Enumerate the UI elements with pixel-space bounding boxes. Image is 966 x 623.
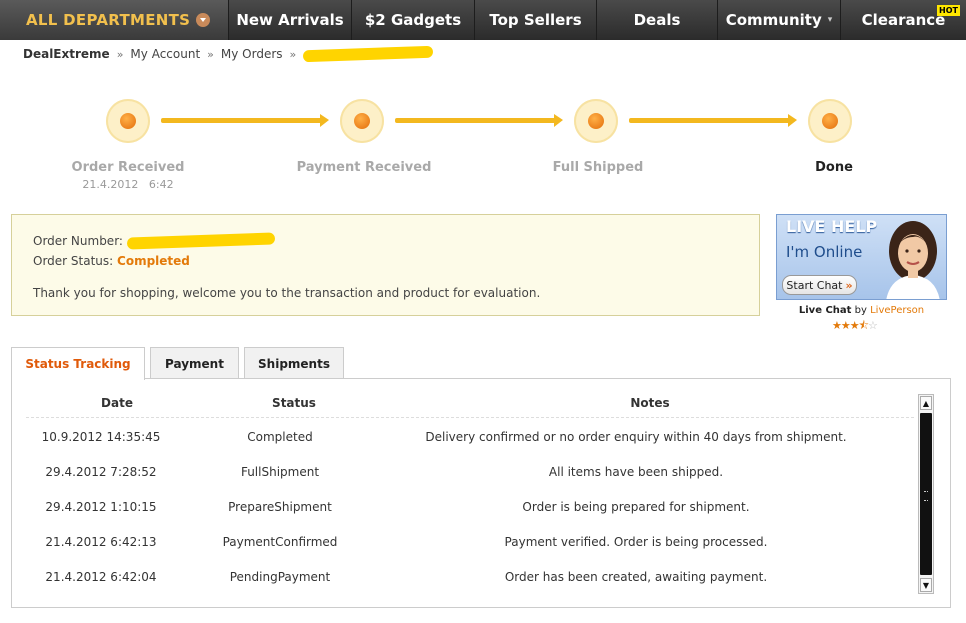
tab-status-tracking[interactable]: Status Tracking xyxy=(11,347,145,380)
tab-payment[interactable]: Payment xyxy=(150,347,239,379)
step-label-full-shipped: Full Shipped xyxy=(552,160,644,175)
nav-community[interactable]: Community ▾ xyxy=(717,0,840,40)
start-chat-button[interactable]: Start Chat » xyxy=(782,275,857,295)
scroll-down-icon[interactable]: ▼ xyxy=(920,578,932,592)
cell-status: FullShipment xyxy=(240,465,320,479)
star-icon: ★ xyxy=(849,319,860,332)
step-label-order-received: Order Received xyxy=(71,160,185,175)
order-info-box: Order Number: Order Status: Completed Th… xyxy=(11,214,760,316)
redaction-scribble xyxy=(126,232,275,250)
live-chat-caption-by: by xyxy=(854,305,867,316)
agent-avatar xyxy=(886,221,940,299)
cell-date: 21.4.2012 6:42:13 xyxy=(45,535,157,549)
order-status-row: Order Status: Completed xyxy=(33,254,190,268)
order-status-value: Completed xyxy=(117,254,190,268)
hot-badge: HOT xyxy=(937,5,960,16)
breadcrumb-home[interactable]: DealExtreme xyxy=(23,47,110,61)
scrollbar-thumb[interactable] xyxy=(920,413,932,575)
star-icon: ★ xyxy=(832,319,842,332)
nav-deals[interactable]: Deals xyxy=(596,0,717,40)
nav-clearance-label: Clearance xyxy=(861,11,946,29)
step-label-payment-received: Payment Received xyxy=(296,160,432,175)
step-dot-icon xyxy=(808,99,852,143)
arrow-right-icon xyxy=(395,114,563,127)
order-number-row: Order Number: xyxy=(33,232,275,250)
start-chat-label: Start Chat xyxy=(786,278,843,292)
live-help-online: I'm Online xyxy=(786,243,863,261)
cell-date: 29.4.2012 1:10:15 xyxy=(45,500,157,514)
nav-new-arrivals[interactable]: New Arrivals xyxy=(228,0,351,40)
order-status-label: Order Status: xyxy=(33,254,114,268)
cell-notes: Order is being prepared for shipment. xyxy=(522,500,750,514)
all-departments-label: ALL DEPARTMENTS xyxy=(26,11,191,29)
arrow-right-icon xyxy=(629,114,797,127)
cell-notes: All items have been shipped. xyxy=(548,465,724,479)
breadcrumb-orders[interactable]: My Orders xyxy=(221,47,283,61)
live-chat-caption-bold: Live Chat xyxy=(798,305,852,316)
step-label-done: Done xyxy=(815,160,853,175)
scroll-up-icon[interactable]: ▲ xyxy=(920,396,932,410)
column-header-notes: Notes xyxy=(630,396,670,410)
all-departments-menu[interactable]: ALL DEPARTMENTS xyxy=(0,0,228,40)
double-chevron-right-icon: » xyxy=(845,278,853,292)
order-number-label: Order Number: xyxy=(33,234,123,248)
column-header-status: Status xyxy=(272,396,316,410)
chevron-down-icon xyxy=(196,13,211,27)
step-dot-icon xyxy=(106,99,150,143)
chevron-down-icon: ▾ xyxy=(827,15,833,25)
live-help-title: LIVE HELP xyxy=(786,217,878,236)
cell-notes: Delivery confirmed or no order enquiry w… xyxy=(425,430,847,444)
step-date-order-received: 21.4.2012 6:42 xyxy=(82,178,174,191)
nav-2-gadgets[interactable]: $2 Gadgets xyxy=(351,0,474,40)
nav-community-label: Community xyxy=(725,11,822,29)
cell-status: PendingPayment xyxy=(229,570,331,584)
tab-shipments[interactable]: Shipments xyxy=(244,347,344,379)
thanks-message: Thank you for shopping, welcome you to t… xyxy=(33,286,541,300)
step-dot-icon xyxy=(574,99,618,143)
star-outline-icon: ☆ xyxy=(868,319,878,332)
breadcrumb-account[interactable]: My Account xyxy=(130,47,200,61)
nav-clearance[interactable]: Clearance HOT xyxy=(840,0,966,40)
breadcrumb: DealExtreme » My Account » My Orders » xyxy=(23,45,434,63)
arrow-right-icon xyxy=(161,114,329,127)
cell-notes: Payment verified. Order is being process… xyxy=(504,535,768,549)
nav-top-sellers[interactable]: Top Sellers xyxy=(474,0,596,40)
live-help-banner[interactable]: LIVE HELP I'm Online Start Chat » xyxy=(776,214,947,300)
breadcrumb-separator: » xyxy=(207,47,214,61)
cell-status: PrepareShipment xyxy=(228,500,332,514)
cell-date: 21.4.2012 6:42:04 xyxy=(45,570,157,584)
cell-status: Completed xyxy=(247,430,313,444)
half-star-icon: ⯪ xyxy=(858,319,869,332)
cell-notes: Order has been created, awaiting payment… xyxy=(504,570,768,584)
star-icon: ★ xyxy=(840,319,851,332)
rating-stars: ★★★⯪☆ xyxy=(832,317,878,336)
header-divider xyxy=(26,417,914,418)
cell-status: PaymentConfirmed xyxy=(222,535,338,549)
cell-date: 10.9.2012 14:35:45 xyxy=(41,430,161,444)
liveperson-link[interactable]: LivePerson xyxy=(870,305,924,316)
top-nav: ALL DEPARTMENTS New Arrivals $2 Gadgets … xyxy=(0,0,966,40)
grip-icon xyxy=(924,491,928,501)
breadcrumb-separator: » xyxy=(289,47,297,61)
breadcrumb-separator: » xyxy=(116,47,124,61)
redaction-scribble xyxy=(303,45,434,63)
table-scrollbar[interactable]: ▲ ▼ xyxy=(918,394,934,594)
cell-date: 29.4.2012 7:28:52 xyxy=(45,465,157,479)
step-dot-icon xyxy=(340,99,384,143)
live-chat-caption: Live Chat by LivePerson xyxy=(776,305,947,316)
column-header-date: Date xyxy=(101,396,133,410)
